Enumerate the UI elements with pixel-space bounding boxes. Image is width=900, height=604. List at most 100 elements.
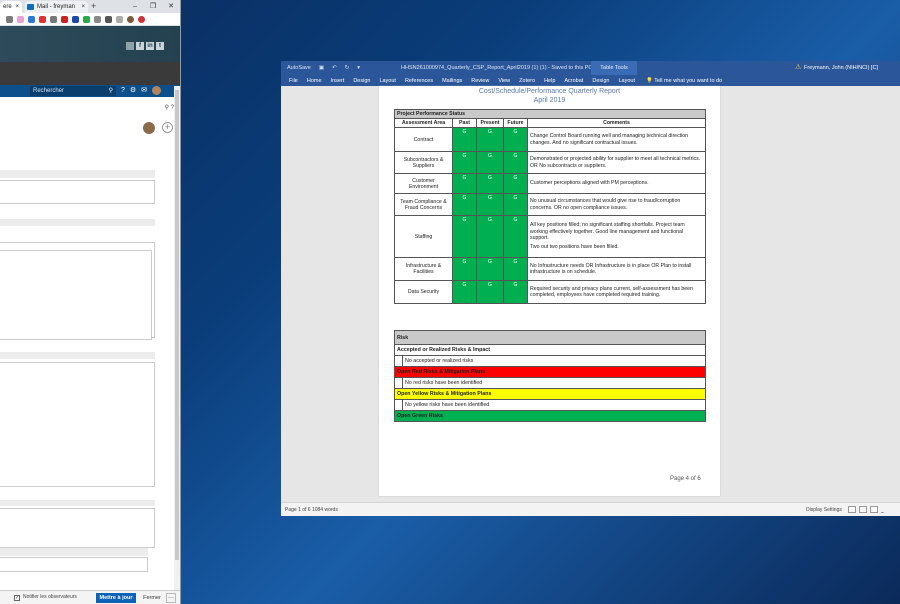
column-header: Past: [452, 118, 477, 128]
risk-table[interactable]: Risk Accepted or Realized Risks & Impact…: [394, 330, 706, 422]
twitter-icon[interactable]: t: [156, 42, 164, 50]
maximize-button[interactable]: ❐: [144, 0, 162, 13]
tab-help[interactable]: Help: [544, 78, 555, 84]
print-layout-icon[interactable]: [859, 506, 867, 513]
comment-cell: Customer perceptions aligned with PM per…: [527, 173, 706, 194]
indent-cell: [394, 377, 403, 389]
tab-view[interactable]: View: [498, 78, 510, 84]
comment-cell: No Infrastructure needs OR Infrastructur…: [527, 257, 706, 281]
status-cell: G: [503, 151, 528, 174]
gear-icon[interactable]: ⚙: [130, 86, 136, 96]
search-input[interactable]: Rechercher ⚲: [30, 86, 116, 96]
risk-title: Risk: [394, 330, 706, 345]
table-row: Infrastructure & Facilities G G G No Inf…: [394, 257, 706, 281]
field-box[interactable]: [0, 557, 148, 572]
extension-icon[interactable]: [105, 15, 112, 23]
tab-layout[interactable]: Layout: [379, 78, 396, 84]
search-icon[interactable]: ⚲: [109, 86, 113, 96]
minimize-button[interactable]: –: [126, 0, 144, 13]
tab-mailings[interactable]: Mailings: [442, 78, 462, 84]
tab-references[interactable]: References: [405, 78, 433, 84]
comment-cell: Demonstrated or projected ability for su…: [527, 151, 706, 174]
extension-icon[interactable]: [116, 15, 123, 23]
help-icon[interactable]: ?: [121, 86, 125, 96]
browser-tab-mail[interactable]: Mail - freyman ×: [25, 1, 88, 13]
customize-icon[interactable]: ▾: [357, 61, 360, 75]
text-area[interactable]: [0, 362, 155, 487]
extension-icon[interactable]: [61, 15, 68, 23]
add-button[interactable]: +: [162, 122, 173, 133]
extension-icon[interactable]: [17, 15, 24, 23]
notifications-icon[interactable]: ✉: [141, 86, 147, 96]
yellow-risks-title: Open Yellow Risks & Mitigation Plans: [394, 388, 706, 400]
document-page[interactable]: Cost/Schedule/Performance Quarterly Repo…: [379, 86, 720, 496]
text-area[interactable]: [0, 508, 155, 548]
close-icon[interactable]: ×: [81, 1, 85, 13]
section-header: [0, 170, 155, 178]
new-tab-button[interactable]: +: [91, 0, 96, 13]
tab-review[interactable]: Review: [471, 78, 489, 84]
notify-checkbox[interactable]: ✓: [14, 595, 20, 601]
more-button[interactable]: ···: [166, 593, 176, 603]
profile-avatar[interactable]: [127, 15, 134, 23]
extension-icon[interactable]: [39, 15, 46, 23]
field-box[interactable]: [0, 180, 155, 204]
share-icon[interactable]: [126, 42, 134, 50]
close-window-button[interactable]: ✕: [162, 0, 180, 13]
accepted-risks-text: No accepted or realized risks: [402, 355, 706, 367]
performance-table[interactable]: Project Performance Status Assessment Ar…: [394, 109, 706, 304]
tab-zotero[interactable]: Zotero: [519, 78, 535, 84]
display-settings[interactable]: Display Settings: [806, 503, 842, 516]
close-button[interactable]: Fermer: [140, 593, 164, 603]
tab-design[interactable]: Design: [353, 78, 370, 84]
update-button[interactable]: Mettre à jour: [96, 593, 136, 603]
area-cell: Customer Environment: [394, 173, 453, 194]
comment-cell: All key positions filled; no significant…: [527, 215, 706, 258]
facebook-icon[interactable]: f: [136, 42, 144, 50]
extension-icon[interactable]: [50, 15, 57, 23]
browser-tab-1[interactable]: ere ×: [0, 1, 22, 13]
tab-table-layout[interactable]: Layout: [618, 78, 635, 84]
extension-icon[interactable]: [83, 15, 90, 23]
tab-acrobat[interactable]: Acrobat: [564, 78, 583, 84]
page-scrollbar[interactable]: [174, 86, 180, 594]
save-icon[interactable]: ▣: [319, 61, 324, 75]
accepted-risks-title: Accepted or Realized Risks & Impact: [394, 344, 706, 356]
linkedin-icon[interactable]: in: [146, 42, 154, 50]
red-risks-title: Open Red Risks & Mitigation Plans: [394, 366, 706, 378]
tab-table-design[interactable]: Design: [592, 78, 609, 84]
web-layout-icon[interactable]: [870, 506, 878, 513]
section-header: [0, 219, 155, 226]
extension-bar: [0, 13, 180, 26]
user-name[interactable]: Freymann, John (NIH/NCI) [C]: [804, 61, 878, 75]
page-word-count[interactable]: Page 1 of 6 1084 words: [285, 503, 338, 516]
undo-icon[interactable]: ↶: [332, 61, 337, 75]
extension-icon[interactable]: [72, 15, 79, 23]
quick-access-toolbar: AutoSave ▣ ↶ ↻ ▾: [287, 61, 360, 75]
tell-me-search[interactable]: 💡 Tell me what you want to do: [646, 78, 722, 84]
extension-icon[interactable]: [138, 15, 145, 23]
redo-icon[interactable]: ↻: [345, 61, 350, 75]
extension-icon[interactable]: [6, 15, 13, 23]
avatar[interactable]: [143, 122, 155, 134]
area-cell: Subcontractors & Suppliers: [394, 151, 453, 174]
text-area-inner[interactable]: [0, 250, 152, 340]
extension-icon[interactable]: [94, 15, 101, 23]
autosave-toggle[interactable]: AutoSave: [287, 61, 311, 75]
avatar[interactable]: [152, 86, 162, 95]
close-icon[interactable]: ×: [15, 1, 19, 13]
tab-insert[interactable]: Insert: [331, 78, 345, 84]
view-buttons: –: [848, 506, 884, 516]
table-tools-label: Table Tools: [591, 61, 637, 75]
table-row: Staffing G G G All key positions filled;…: [394, 215, 706, 258]
scrollbar-thumb[interactable]: [175, 90, 179, 560]
read-mode-icon[interactable]: [848, 506, 856, 513]
document-canvas[interactable]: Cost/Schedule/Performance Quarterly Repo…: [281, 86, 900, 502]
tab-file[interactable]: File: [289, 78, 298, 84]
status-cell: G: [476, 257, 504, 281]
extension-icon[interactable]: [28, 15, 35, 23]
search-icon[interactable]: ⚲: [165, 105, 169, 111]
zoom-out-button[interactable]: –: [881, 506, 884, 516]
column-header: Future: [503, 118, 528, 128]
tab-home[interactable]: Home: [307, 78, 322, 84]
